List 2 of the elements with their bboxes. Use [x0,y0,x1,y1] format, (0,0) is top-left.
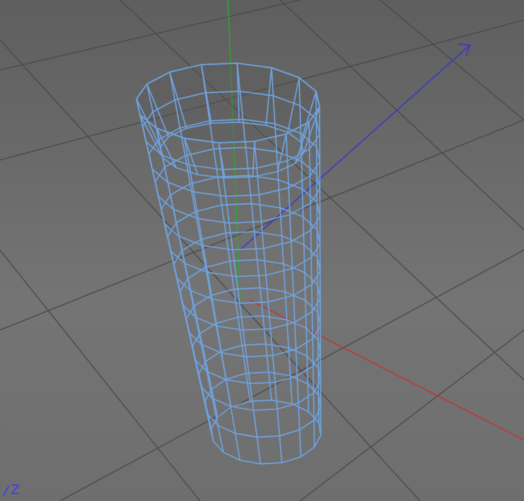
axis-label: Z [11,484,20,497]
axis-gizmo-icon [2,485,10,497]
